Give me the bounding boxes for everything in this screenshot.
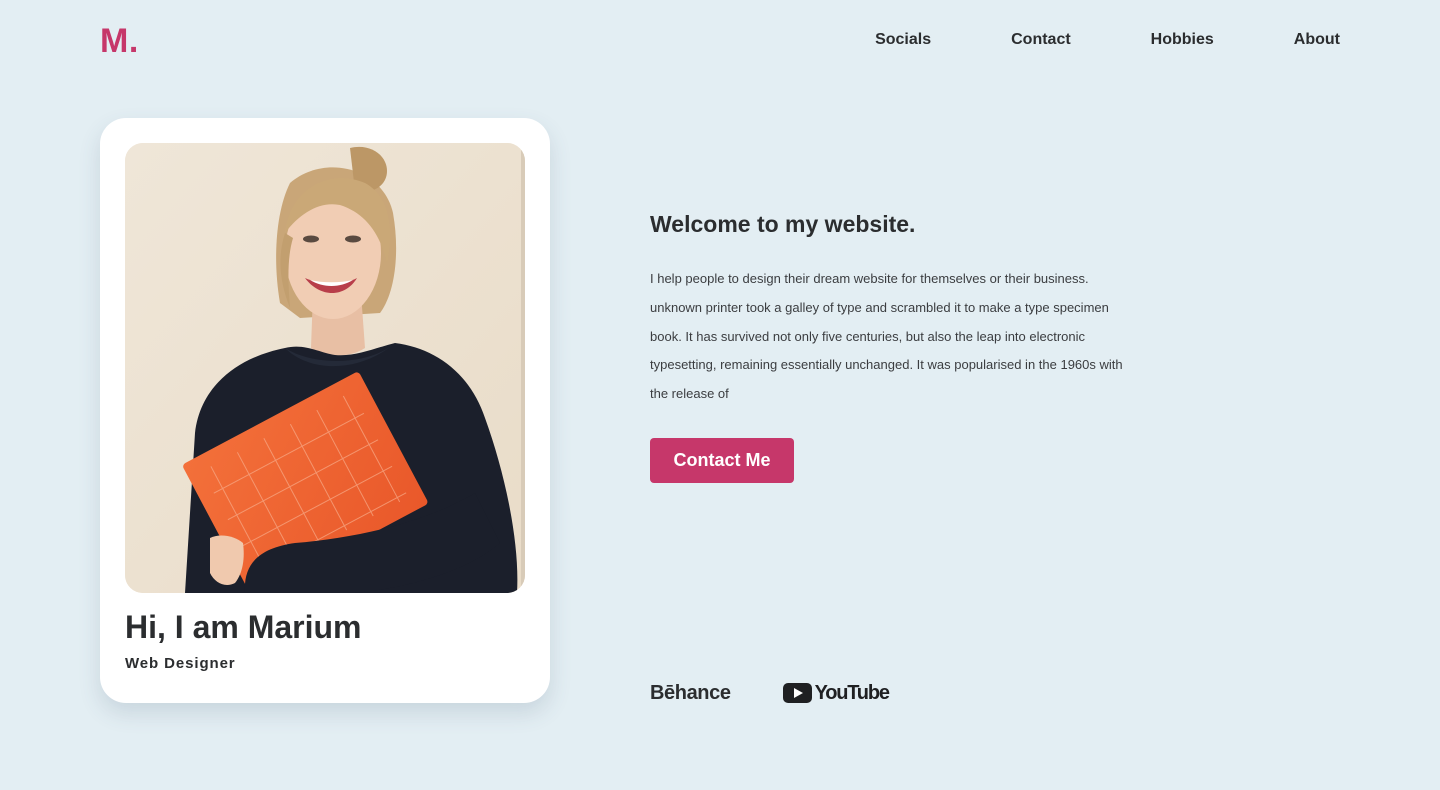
main-nav: Socials Contact Hobbies About [875,30,1340,50]
nav-contact[interactable]: Contact [1011,30,1071,50]
profile-name: Hi, I am Marium [125,609,362,645]
youtube-play-icon [782,683,812,703]
portrait-illustration [125,143,525,593]
profile-photo [125,143,525,593]
nav-about[interactable]: About [1294,30,1340,50]
portfolio-page: M. Socials Contact Hobbies About Hi, I a… [0,0,1440,790]
youtube-label: YouTube [814,682,890,704]
behance-link[interactable]: Bēhance [650,680,731,706]
nav-hobbies[interactable]: Hobbies [1151,30,1214,50]
site-logo[interactable]: M. [100,22,139,61]
intro-paragraph: I help people to design their dream webs… [650,271,1123,402]
profile-role: Web Designer [125,655,236,672]
social-links: Bēhance YouTube [650,680,890,706]
welcome-heading: Welcome to my website. [650,211,916,237]
youtube-link[interactable]: YouTube [782,680,890,706]
profile-card: Hi, I am Marium Web Designer [100,118,550,703]
nav-socials[interactable]: Socials [875,30,931,50]
intro-section: Welcome to my website. I help people to … [650,208,1140,409]
contact-me-button[interactable]: Contact Me [650,438,794,483]
